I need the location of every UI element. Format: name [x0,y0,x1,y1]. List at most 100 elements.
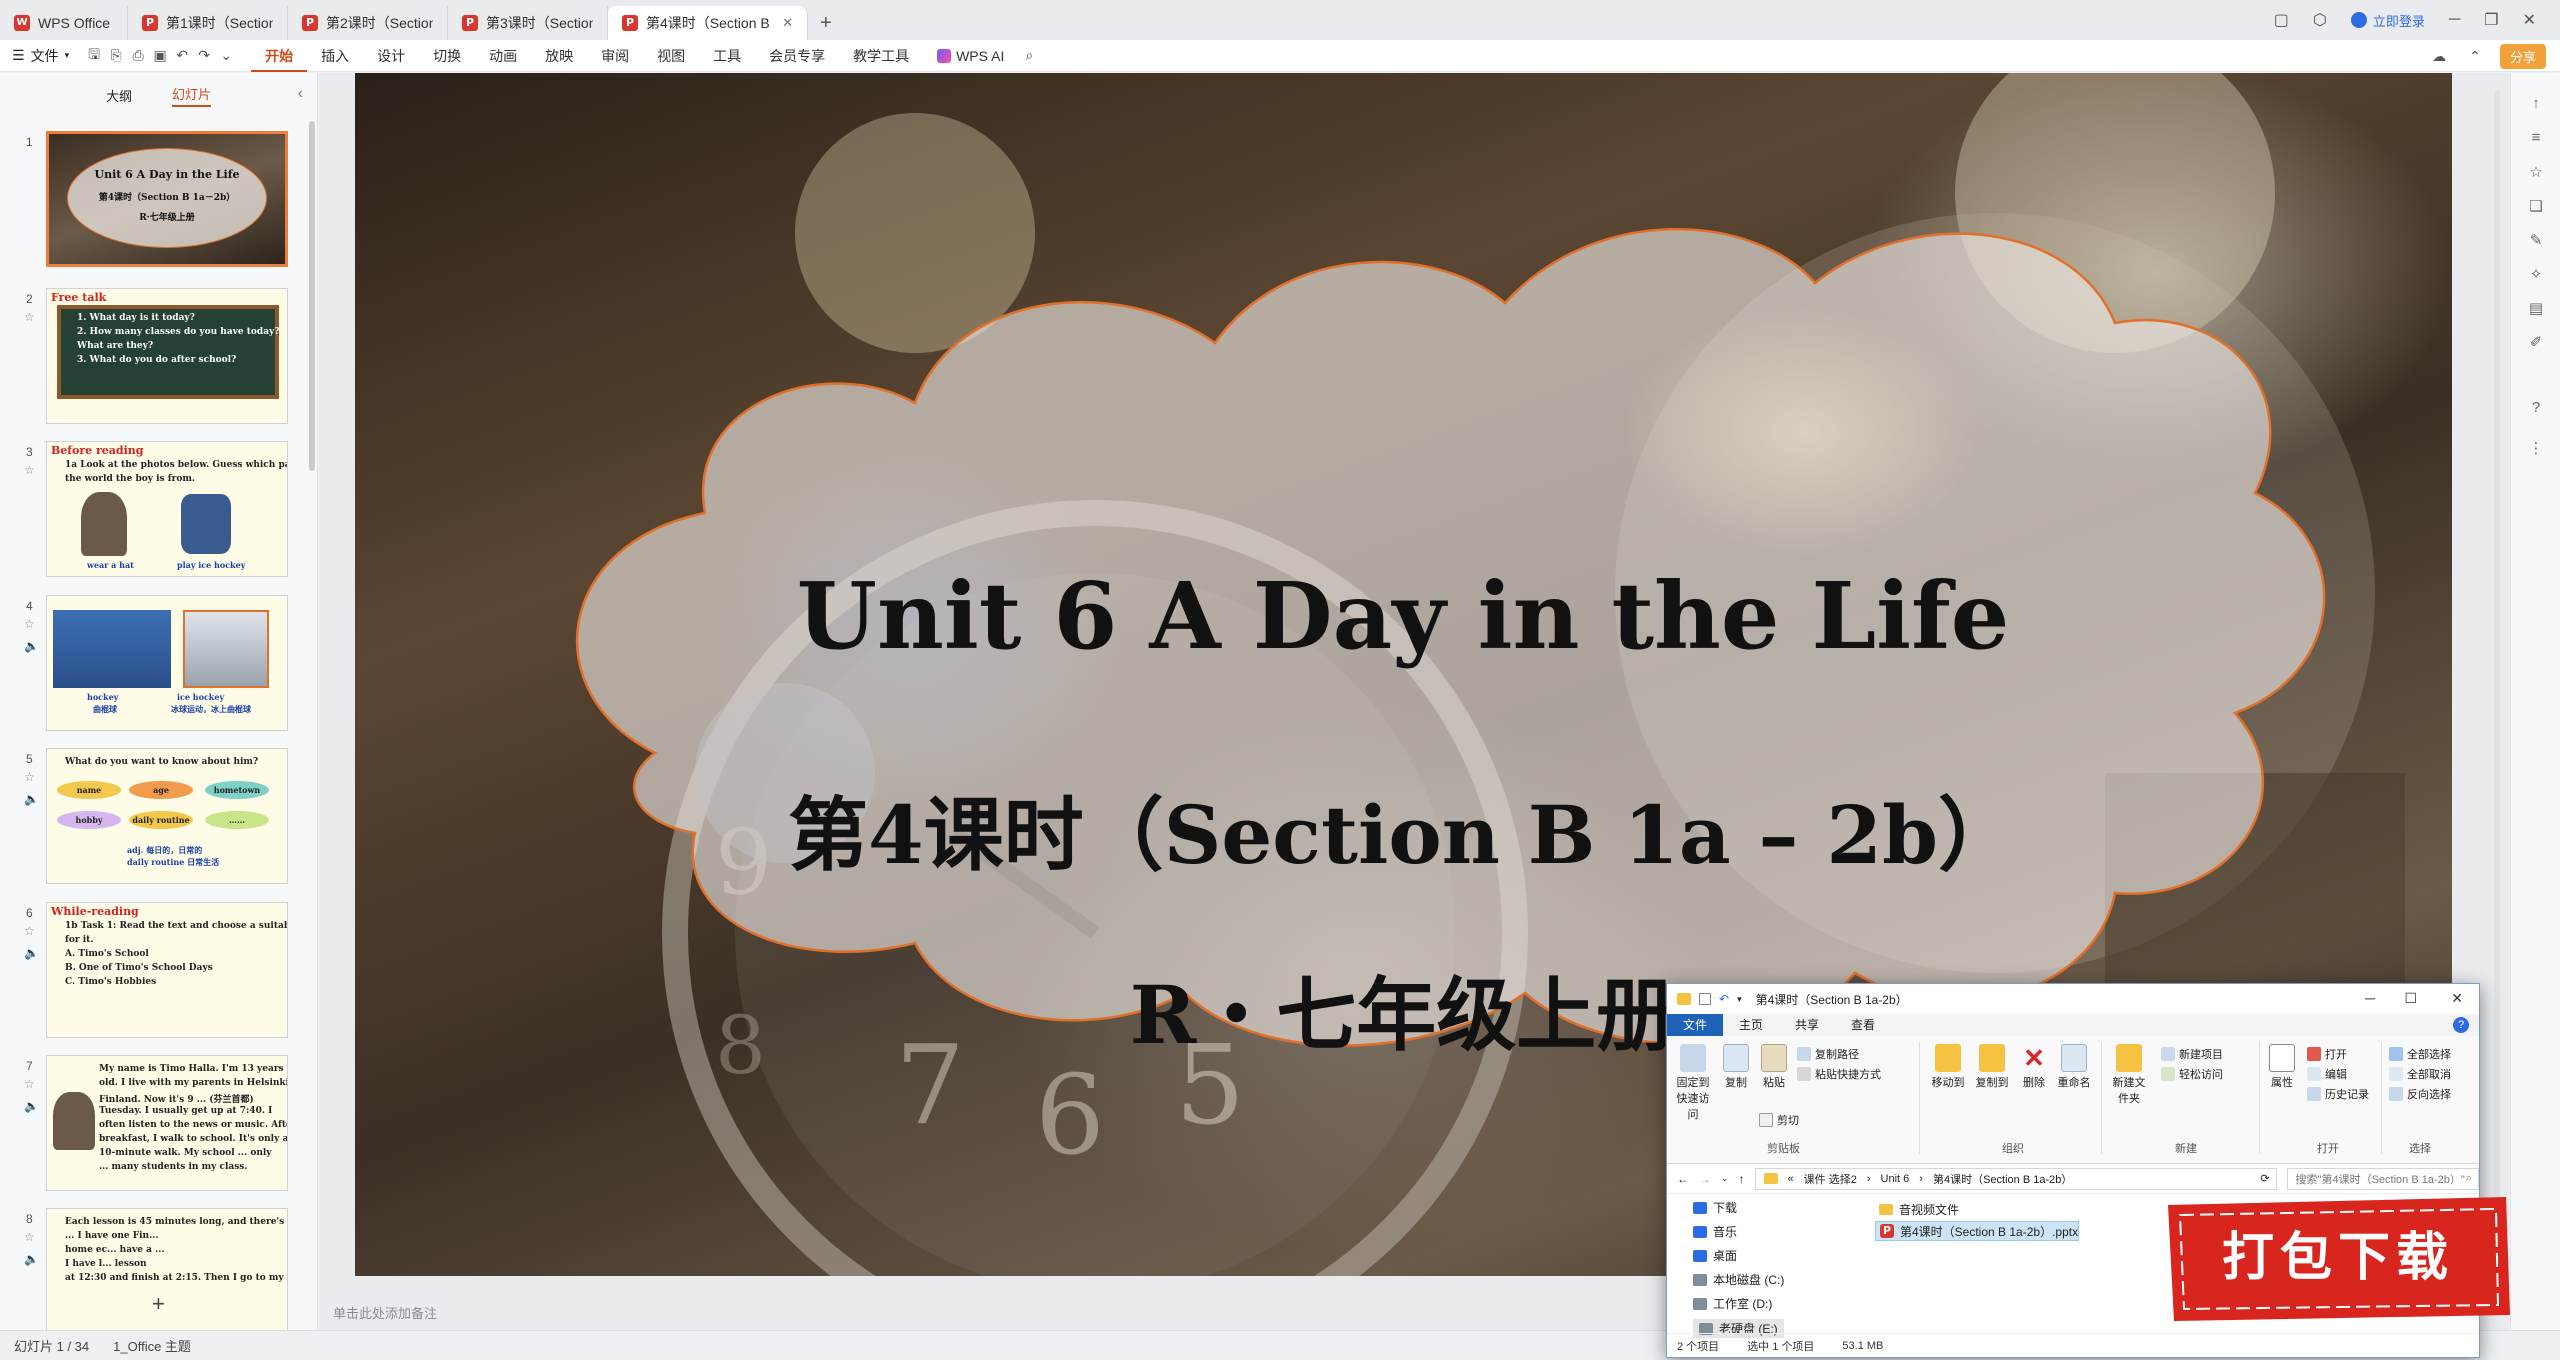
slide-edition[interactable]: R・七年级上册 [1130,968,1676,1062]
collapse-ribbon-icon[interactable]: ⌃ [2464,45,2486,67]
undo-icon[interactable]: ↶ [1719,992,1729,1006]
pen-icon[interactable]: ✐ [2526,333,2546,353]
cube-icon[interactable]: ⬡ [2313,10,2327,30]
move-to-button[interactable]: 移动到 [1929,1044,1967,1090]
breadcrumb-item[interactable]: 第4课时（Section B 1a-2b） [1933,1171,2072,1187]
ribbon-tab[interactable]: 设计 [363,40,419,72]
layout-icon[interactable]: ▢ [2274,10,2289,30]
download-banner[interactable]: 打包下载 [2160,1187,2516,1327]
nav-item[interactable]: 本地磁盘 (C:) [1693,1271,1784,1288]
slide-thumbnail-row[interactable]: 4 ☆ 🔈 hockey ice hockey 曲棍球 冰球运动，冰上曲棍球 [0,595,300,735]
select-all-button[interactable]: 全部选择 [2389,1046,2451,1062]
breadcrumb-item[interactable]: Unit 6 [1881,1173,1910,1185]
cloud-icon[interactable]: ☁ [2428,45,2450,67]
minimize-icon[interactable]: ─ [2365,990,2375,1006]
wps-ai-button[interactable]: WPS AI [923,40,1018,72]
rename-button[interactable]: 重命名 [2055,1044,2093,1090]
star-icon[interactable]: ☆ [24,1230,35,1244]
print-icon[interactable]: ⎙ [127,45,149,67]
maximize-icon[interactable]: ☐ [2404,990,2417,1007]
new-tab-button[interactable]: + [808,6,844,40]
more-icon[interactable]: ⌄ [215,45,237,67]
arrow-up-icon[interactable]: ↑ [2526,95,2546,115]
ribbon-tab[interactable]: 工具 [699,40,755,72]
copy-path-button[interactable]: 复制路径 [1797,1046,1859,1062]
tab-share[interactable]: 共享 [1779,1014,1835,1036]
save-icon[interactable]: 🖫 [83,45,105,67]
tab-doc-1[interactable]: P 第1课时（Section A 1a-1e）.pptx [128,6,288,40]
copy-to-button[interactable]: 复制到 [1973,1044,2011,1090]
slide-thumbnail[interactable]: hockey ice hockey 曲棍球 冰球运动，冰上曲棍球 [46,595,288,731]
history-button[interactable]: 历史记录 [2307,1086,2369,1102]
file-row[interactable]: 音视频文件 [1875,1199,1959,1219]
brush-icon[interactable]: ✎ [2526,231,2546,251]
refresh-icon[interactable]: ⟳ [2260,1172,2269,1185]
ribbon-tab[interactable]: 开始 [251,40,308,72]
ribbon-tab[interactable]: 视图 [643,40,699,72]
slide-thumbnail-row[interactable]: 2 ☆ Free talk 1. What day is it today? 2. Ho… [0,288,300,428]
tab-wps-home[interactable]: W WPS Office [0,6,128,40]
select-none-button[interactable]: 全部取消 [2389,1066,2451,1082]
slide-thumbnail-row[interactable]: 3 ☆ Before reading 1a Look at the photos be… [0,441,300,581]
tab-view[interactable]: 查看 [1835,1014,1891,1036]
slide-thumbnail[interactable]: Each lesson is 45 minutes long, and ther… [46,1208,288,1344]
delete-button[interactable]: ✕ 删除 [2019,1044,2049,1090]
ribbon-tab[interactable]: 审阅 [587,40,643,72]
help-icon[interactable]: ? [2526,399,2546,419]
tab-slides[interactable]: 幻灯片 [172,84,212,107]
properties-button[interactable]: 属性 [2267,1044,2297,1090]
copy-button[interactable]: 复制 [1721,1044,1751,1090]
magic-icon[interactable]: ✧ [2526,265,2546,285]
panel-scrollbar[interactable] [309,121,315,471]
invert-selection-button[interactable]: 反向选择 [2389,1086,2451,1102]
up-arrow-icon[interactable]: ↑ [1739,1172,1745,1186]
nav-item[interactable]: 音乐 [1693,1223,1737,1240]
slide-thumbnail-row[interactable]: 8 ☆ 🔈 Each lesson is 45 minutes long, and t… [0,1208,300,1348]
slide-subtitle[interactable]: 第4课时（Section B 1a – 2b） [788,788,2018,882]
minimize-icon[interactable]: ─ [2449,11,2460,29]
nav-item[interactable]: 桌面 [1693,1247,1737,1264]
ribbon-tab[interactable]: 教学工具 [839,40,923,72]
paste-shortcut-button[interactable]: 粘贴快捷方式 [1797,1066,1881,1082]
tab-doc-4-active[interactable]: P 第4课时（Section B 1a-2b） ✕ [608,6,808,40]
open-button[interactable]: 打开 [2307,1046,2347,1062]
ribbon-tab[interactable]: 插入 [307,40,363,72]
pin-quick-access-button[interactable]: 固定到快速访问 [1673,1044,1713,1122]
editor-scrollbar[interactable] [2494,90,2500,1270]
properties-quick-icon[interactable] [1699,993,1711,1005]
login-button[interactable]: 立即登录 [2350,11,2425,30]
star-icon[interactable]: ☆ [24,770,35,784]
new-folder-button[interactable]: 新建文件夹 [2109,1044,2149,1106]
undo-icon[interactable]: ↶ [171,45,193,67]
tab-doc-2[interactable]: P 第2课时（Section A Pronunciation [288,6,448,40]
star-icon[interactable]: ☆ [24,463,35,477]
breadcrumb-item[interactable]: 课件 选择2 [1804,1171,1857,1187]
file-row[interactable]: P 第4课时（Section B 1a-2b）.pptx [1875,1221,2080,1241]
paste-button[interactable]: 粘贴 [1759,1044,1789,1090]
slide-thumbnail[interactable]: My name is Timo Halla. I'm 13 years old. … [46,1055,288,1191]
tab-outline[interactable]: 大纲 [106,86,132,105]
forward-arrow-icon[interactable]: → [1699,1172,1711,1186]
back-arrow-icon[interactable]: ← [1677,1172,1689,1186]
slide-thumbnail[interactable]: What do you want to know about him? name a… [46,748,288,884]
slide-title[interactable]: Unit 6 A Day in the Life [797,562,2010,670]
star-icon[interactable]: ☆ [24,310,35,324]
slide-thumbnail[interactable]: Unit 6 A Day in the Life 第4课时（Section B 1… [46,131,288,267]
star-icon[interactable]: ☆ [24,617,35,631]
notes-placeholder[interactable]: 单击此处添加备注 [333,1303,437,1322]
slide-thumbnail[interactable]: While-reading 1b Task 1: Read the text an… [46,902,288,1038]
cut-button[interactable]: 剪切 [1759,1112,1799,1128]
tab-home[interactable]: 主页 [1723,1014,1779,1036]
close-window-icon[interactable]: ✕ [2523,10,2536,30]
slide-thumbnail-row[interactable]: 6 ☆ 🔈 While-reading 1b Task 1: Read the text… [0,902,300,1042]
star-icon[interactable]: ☆ [24,924,35,938]
new-item-button[interactable]: 新建项目 [2161,1046,2223,1062]
slide-thumbnail[interactable]: Free talk 1. What day is it today? 2. How … [46,288,288,424]
preview-icon[interactable]: ▣ [149,45,171,67]
edit-button[interactable]: 编辑 [2307,1066,2347,1082]
redo-icon[interactable]: ↷ [193,45,215,67]
nav-item[interactable]: 工作室 (D:) [1693,1295,1772,1312]
star-icon[interactable]: ☆ [2526,163,2546,183]
close-window-icon[interactable]: ✕ [2451,990,2463,1007]
chevron-down-icon[interactable]: ⌄ [1721,1173,1729,1184]
